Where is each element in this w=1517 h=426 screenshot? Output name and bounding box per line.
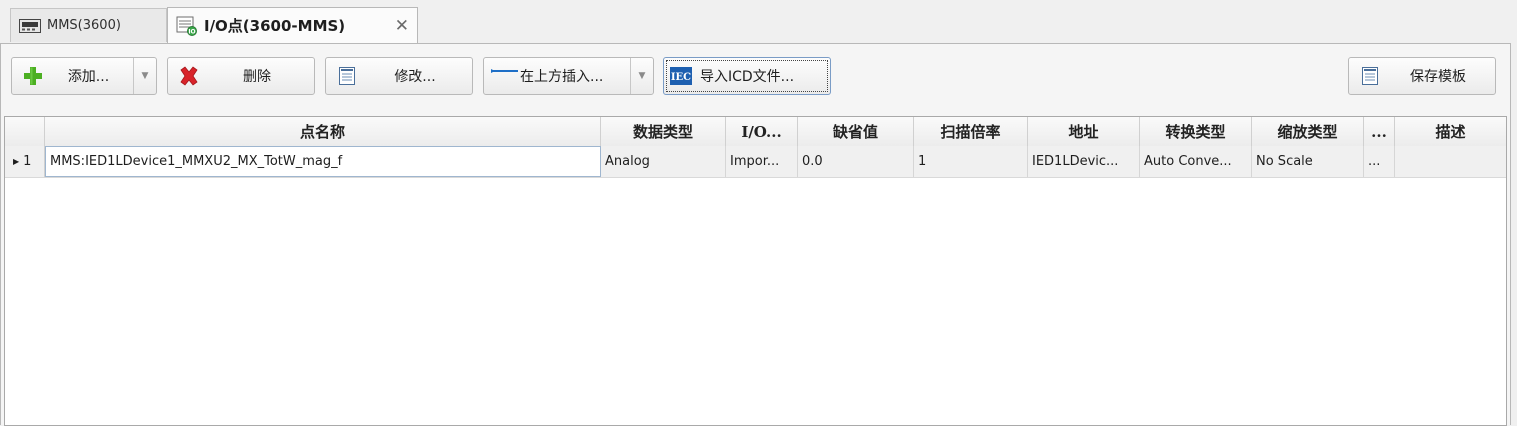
add-dropdown-chevron-icon[interactable]: ▼ bbox=[133, 58, 156, 94]
insert-row-above-icon bbox=[490, 65, 520, 87]
tab-label: MMS(3600) bbox=[47, 18, 121, 33]
cell-scale-type[interactable]: No Scale bbox=[1252, 146, 1364, 177]
cell-data-type[interactable]: Analog bbox=[601, 146, 726, 177]
save-template-button-label: 保存模板 bbox=[1410, 69, 1466, 85]
add-split-button[interactable]: 添加... ▼ bbox=[11, 57, 157, 95]
cell-default-value[interactable]: 0.0 bbox=[798, 146, 914, 177]
cell-scan-rate[interactable]: 1 bbox=[914, 146, 1028, 177]
import-icd-button[interactable]: IEC 导入ICD文件... bbox=[663, 57, 831, 95]
column-header-scan-rate[interactable]: 扫描倍率 bbox=[914, 117, 1028, 146]
cell-conversion-type[interactable]: Auto Conve... bbox=[1140, 146, 1252, 177]
column-header-default-value[interactable]: 缺省值 bbox=[798, 117, 914, 146]
tab-io-points[interactable]: IO I/O点(3600-MMS) ✕ bbox=[167, 7, 418, 43]
tab-label: I/O点(3600-MMS) bbox=[204, 17, 346, 35]
column-header-more[interactable]: ... bbox=[1364, 117, 1395, 146]
delete-x-icon bbox=[178, 65, 200, 87]
import-icd-button-label: 导入ICD文件... bbox=[700, 69, 795, 85]
column-header-data-type[interactable]: 数据类型 bbox=[601, 117, 726, 146]
cell-io[interactable]: Impor... bbox=[726, 146, 798, 177]
io-points-grid[interactable]: 点名称 数据类型 I/O... 缺省值 扫描倍率 地址 转换类型 缩放类型 ..… bbox=[4, 116, 1507, 426]
svg-text:IEC: IEC bbox=[671, 72, 691, 83]
column-header-point-name[interactable]: 点名称 bbox=[45, 117, 601, 146]
cell-point-name[interactable]: MMS:IED1LDevice1_MMXU2_MX_TotW_mag_f bbox=[45, 146, 601, 177]
grid-header: 点名称 数据类型 I/O... 缺省值 扫描倍率 地址 转换类型 缩放类型 ..… bbox=[5, 117, 1506, 147]
tab-mms-3600[interactable]: MMS(3600) bbox=[10, 8, 167, 42]
cell-address[interactable]: IED1LDevic... bbox=[1028, 146, 1140, 177]
save-template-icon bbox=[1359, 65, 1381, 87]
add-button-label: 添加... bbox=[67, 69, 110, 85]
row-indicator[interactable]: ▶ 1 bbox=[5, 146, 45, 177]
document-tab-strip: MMS(3600) IO I/O点(3600-MMS) ✕ bbox=[0, 0, 1517, 44]
delete-button-label: 删除 bbox=[243, 69, 271, 85]
column-header-address[interactable]: 地址 bbox=[1028, 117, 1140, 146]
io-points-icon: IO bbox=[176, 16, 198, 36]
device-icon bbox=[19, 18, 41, 33]
close-icon[interactable]: ✕ bbox=[395, 16, 409, 36]
toolbar: 添加... ▼ 删除 修改... 在上方插入... ▼ IEC 导入ICD文件.… bbox=[1, 44, 1510, 106]
table-row[interactable]: ▶ 1 MMS:IED1LDevice1_MMXU2_MX_TotW_mag_f… bbox=[5, 146, 1506, 178]
svg-text:IO: IO bbox=[188, 28, 195, 35]
delete-button[interactable]: 删除 bbox=[167, 57, 315, 95]
insert-dropdown-chevron-icon[interactable]: ▼ bbox=[630, 58, 653, 94]
cell-more[interactable]: ... bbox=[1364, 146, 1395, 177]
row-indicator-header[interactable] bbox=[5, 117, 45, 146]
iec-icon: IEC bbox=[670, 65, 692, 87]
row-number: 1 bbox=[23, 154, 32, 169]
column-header-description[interactable]: 描述 bbox=[1395, 117, 1506, 146]
io-points-panel: 添加... ▼ 删除 修改... 在上方插入... ▼ IEC 导入ICD文件.… bbox=[0, 43, 1511, 426]
modify-button-label: 修改... bbox=[394, 69, 436, 85]
column-header-conversion-type[interactable]: 转换类型 bbox=[1140, 117, 1252, 146]
cell-description[interactable] bbox=[1395, 146, 1506, 177]
document-edit-icon bbox=[336, 65, 358, 87]
insert-above-button-label: 在上方插入... bbox=[520, 69, 604, 85]
column-header-scale-type[interactable]: 缩放类型 bbox=[1252, 117, 1364, 146]
row-pointer-icon: ▶ bbox=[13, 157, 20, 166]
modify-button[interactable]: 修改... bbox=[325, 57, 473, 95]
column-header-io[interactable]: I/O... bbox=[726, 117, 798, 146]
save-template-button[interactable]: 保存模板 bbox=[1348, 57, 1496, 95]
plus-icon bbox=[22, 65, 44, 87]
insert-above-split-button[interactable]: 在上方插入... ▼ bbox=[483, 57, 654, 95]
